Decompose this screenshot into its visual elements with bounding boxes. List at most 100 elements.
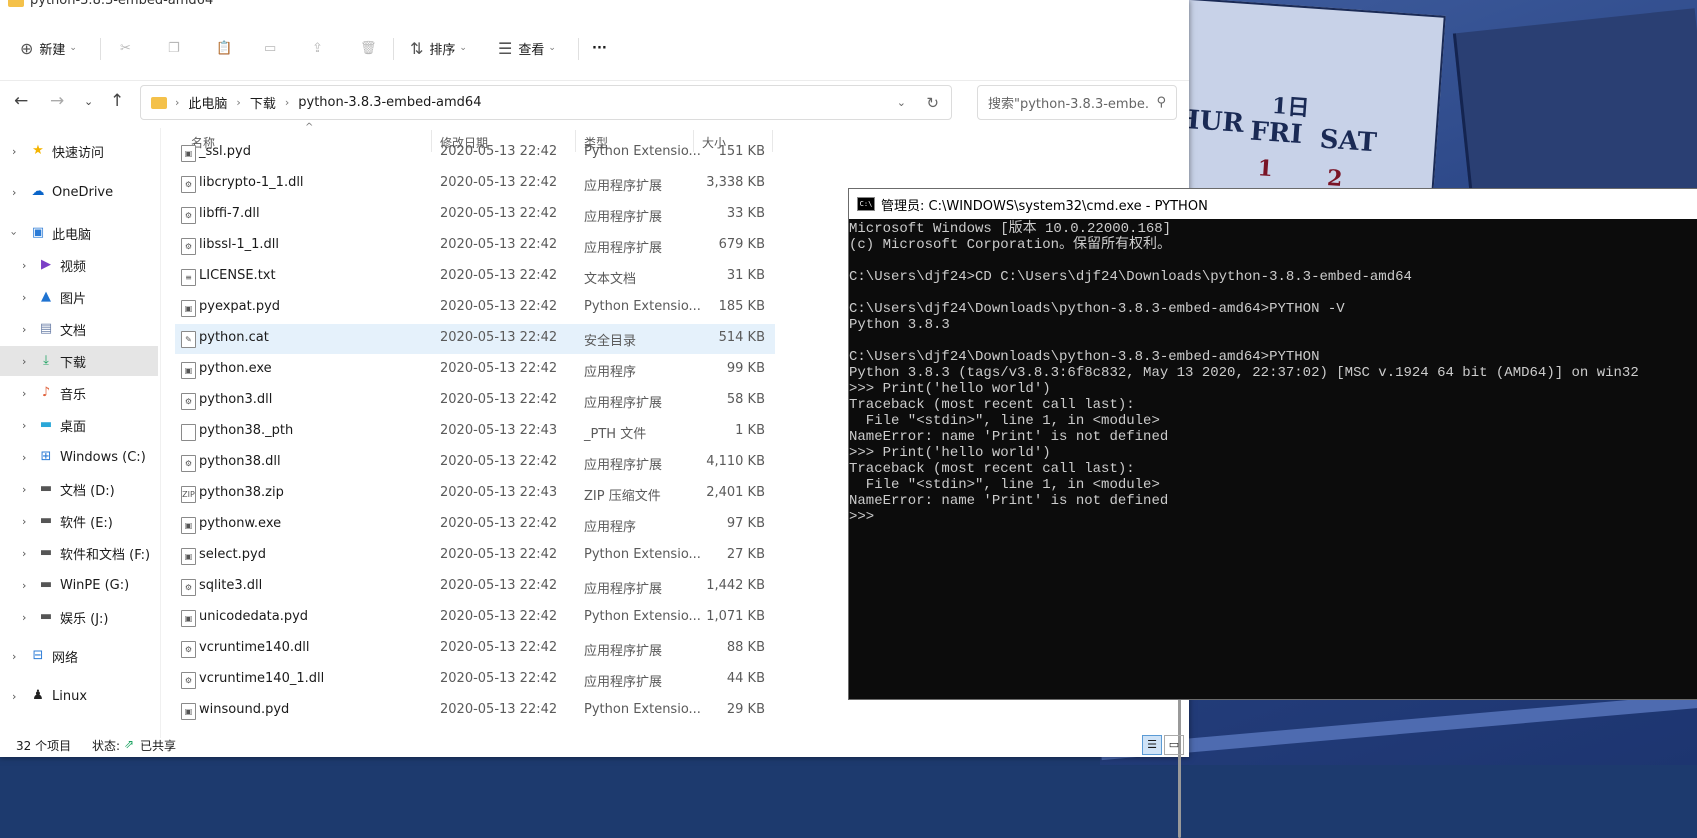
file-row[interactable]: ⚙ libssl-1_1.dll 2020-05-13 22:42 应用程序扩展 679… <box>175 231 775 261</box>
address-bar[interactable]: › 此电脑 › 下载 › python-3.8.3-embed-amd64 ⌄ … <box>140 85 952 120</box>
rename-button[interactable]: ▭ <box>264 34 276 62</box>
maximize-button[interactable]: ☐ <box>1096 0 1142 12</box>
file-type: 应用程序扩展 <box>584 458 663 473</box>
view-button-label: 查看 <box>518 42 545 58</box>
file-row[interactable]: ⚙ vcruntime140.dll 2020-05-13 22:42 应用程序扩展 8… <box>175 634 775 664</box>
file-row[interactable]: ⚙ python38.dll 2020-05-13 22:42 应用程序扩展 4,110… <box>175 448 775 478</box>
chevron-right-icon[interactable]: › <box>12 145 16 158</box>
file-modified-date: 2020-05-13 22:42 <box>440 144 558 159</box>
view-button[interactable]: ☰ 查看 ⌄ <box>498 34 556 62</box>
chevron-right-icon[interactable]: › <box>22 291 26 304</box>
chevron-right-icon[interactable]: › <box>22 451 26 464</box>
file-row[interactable]: ▣ pythonw.exe 2020-05-13 22:42 应用程序 97 KB <box>175 510 775 540</box>
sidebar-item-drive-d[interactable]: › ▬ 文档 (D:) <box>0 474 158 504</box>
more-options-button[interactable]: ··· <box>592 34 607 62</box>
new-button[interactable]: ⊕ 新建 ⌄ <box>20 34 77 62</box>
sidebar-item-pictures[interactable]: › ▲ 图片 <box>0 282 158 312</box>
file-row[interactable]: ✎ python.cat 2020-05-13 22:42 安全目录 514 KB <box>175 324 775 354</box>
chevron-right-icon[interactable]: › <box>22 387 26 400</box>
breadcrumb-current-folder[interactable]: python-3.8.3-embed-amd64 <box>298 95 481 110</box>
file-name: python38.zip <box>199 485 284 500</box>
sidebar-item-drive-c[interactable]: › ⊞ Windows (C:) <box>0 442 158 472</box>
address-history-chevron-icon[interactable]: ⌄ <box>897 96 906 109</box>
recent-locations-chevron-icon[interactable]: ⌄ <box>84 95 93 108</box>
file-row[interactable]: ⚙ python3.dll 2020-05-13 22:42 应用程序扩展 58 KB <box>175 386 775 416</box>
chevron-right-icon[interactable]: › <box>22 323 26 336</box>
share-button[interactable]: ⇪ <box>312 34 323 62</box>
file-row[interactable]: ⚙ vcruntime140_1.dll 2020-05-13 22:42 应用程序扩… <box>175 665 775 695</box>
chevron-right-icon[interactable]: › <box>22 579 26 592</box>
file-row[interactable]: ▣ _ssl.pyd 2020-05-13 22:42 Python Extensio… <box>175 138 775 168</box>
toolbar-divider <box>100 38 101 60</box>
share-state-label: 状态: <box>92 739 121 753</box>
file-row[interactable]: python38._pth 2020-05-13 22:43 _PTH 文件 1 KB <box>175 417 775 447</box>
file-name: pythonw.exe <box>199 516 282 531</box>
sidebar-item-label: OneDrive <box>52 184 114 200</box>
file-row[interactable]: ▣ pyexpat.pyd 2020-05-13 22:42 Python Exten… <box>175 293 775 323</box>
chevron-down-icon[interactable]: › <box>8 231 21 235</box>
refresh-icon[interactable]: ↻ <box>926 94 939 112</box>
chevron-right-icon[interactable]: › <box>22 483 26 496</box>
file-row[interactable]: ⚙ libffi-7.dll 2020-05-13 22:42 应用程序扩展 33 KB <box>175 200 775 230</box>
file-row[interactable]: ▣ unicodedata.pyd 2020-05-13 22:42 Python E… <box>175 603 775 633</box>
sidebar-item-videos[interactable]: › ▶ 视频 <box>0 250 158 280</box>
sidebar-item-drive-e[interactable]: › ▬ 软件 (E:) <box>0 506 158 536</box>
file-row[interactable]: ZIP python38.zip 2020-05-13 22:43 ZIP 压缩文件 2… <box>175 479 775 509</box>
file-row[interactable]: ⚙ sqlite3.dll 2020-05-13 22:42 应用程序扩展 1,442 … <box>175 572 775 602</box>
file-size: 1,071 KB <box>706 609 765 624</box>
cut-button[interactable]: ✂ <box>120 34 131 62</box>
chevron-right-icon[interactable]: › <box>12 690 16 703</box>
file-row[interactable]: ⚙ libcrypto-1_1.dll 2020-05-13 22:42 应用程序扩展… <box>175 169 775 199</box>
chevron-right-icon[interactable]: › <box>12 650 16 663</box>
file-row[interactable]: ▣ python.exe 2020-05-13 22:42 应用程序 99 KB <box>175 355 775 385</box>
cmd-console[interactable]: Microsoft Windows [版本 10.0.22000.168] (c)… <box>849 221 1697 525</box>
sidebar-item-desktop[interactable]: › ▬ 桌面 <box>0 410 158 440</box>
chevron-right-icon[interactable]: › <box>22 611 26 624</box>
copy-button[interactable]: ❐ <box>168 34 180 62</box>
sidebar-item-this-pc[interactable]: › ▣ 此电脑 <box>0 218 158 248</box>
file-row[interactable]: ▣ winsound.pyd 2020-05-13 22:42 Python Exte… <box>175 696 775 726</box>
sidebar-item-drive-g[interactable]: › ▬ WinPE (G:) <box>0 570 158 600</box>
chevron-right-icon[interactable]: › <box>22 355 26 368</box>
file-modified-date: 2020-05-13 22:42 <box>440 640 558 655</box>
pyd-file-icon: ▣ <box>181 145 196 162</box>
chevron-right-icon[interactable]: › <box>22 259 26 272</box>
sidebar-item-onedrive[interactable]: › ☁ OneDrive <box>0 177 158 207</box>
thumbnail-view-button[interactable]: ▭ <box>1164 735 1184 755</box>
windows-drive-icon: ⊞ <box>40 449 52 464</box>
file-row[interactable]: ≡ LICENSE.txt 2020-05-13 22:42 文本文档 31 KB <box>175 262 775 292</box>
sidebar-item-network[interactable]: › ⊟ 网络 <box>0 641 158 671</box>
minimize-button[interactable]: — <box>1050 0 1096 12</box>
file-name: libffi-7.dll <box>199 206 260 221</box>
sidebar-item-documents[interactable]: › ▤ 文档 <box>0 314 158 344</box>
chevron-right-icon[interactable]: › <box>22 515 26 528</box>
chevron-right-icon[interactable]: › <box>12 186 16 199</box>
sidebar-item-linux[interactable]: › ♟ Linux <box>0 681 158 711</box>
dll-file-icon: ⚙ <box>181 672 196 689</box>
breadcrumb-this-pc[interactable]: 此电脑 <box>188 93 227 112</box>
sidebar-item-quick-access[interactable]: › ★ 快速访问 <box>0 136 158 166</box>
sidebar-item-music[interactable]: › ♪ 音乐 <box>0 378 158 408</box>
file-size: 88 KB <box>726 640 765 655</box>
delete-button[interactable]: 🗑 <box>360 34 377 62</box>
search-box[interactable]: 搜索"python-3.8.3-embe... ⚲ <box>977 85 1177 120</box>
sidebar-item-downloads[interactable]: › ⤓ 下载 <box>0 346 158 376</box>
chevron-right-icon[interactable]: › <box>22 547 26 560</box>
sidebar-item-drive-f[interactable]: › ▬ 软件和文档 (F:) <box>0 538 158 568</box>
dll-file-icon: ⚙ <box>181 641 196 658</box>
close-button[interactable]: ✕ <box>1142 0 1188 12</box>
sidebar-item-drive-j[interactable]: › ▬ 娱乐 (J:) <box>0 602 158 632</box>
sort-button[interactable]: ⇅ 排序 ⌄ <box>410 34 467 62</box>
file-name: LICENSE.txt <box>199 268 276 283</box>
details-view-button[interactable]: ☰ <box>1142 735 1162 755</box>
chevron-right-icon[interactable]: › <box>22 419 26 432</box>
forward-arrow-icon[interactable]: → <box>50 91 64 111</box>
breadcrumb-downloads[interactable]: 下载 <box>250 93 276 112</box>
scrollbar-thumb[interactable] <box>1178 688 1181 838</box>
drive-icon: ▬ <box>39 609 53 624</box>
file-size: 1,442 KB <box>706 578 765 593</box>
paste-button[interactable]: 📋 <box>216 34 232 62</box>
file-row[interactable]: ▣ select.pyd 2020-05-13 22:42 Python Extens… <box>175 541 775 571</box>
up-arrow-icon[interactable]: ↑ <box>110 91 124 111</box>
back-arrow-icon[interactable]: ← <box>14 91 28 111</box>
